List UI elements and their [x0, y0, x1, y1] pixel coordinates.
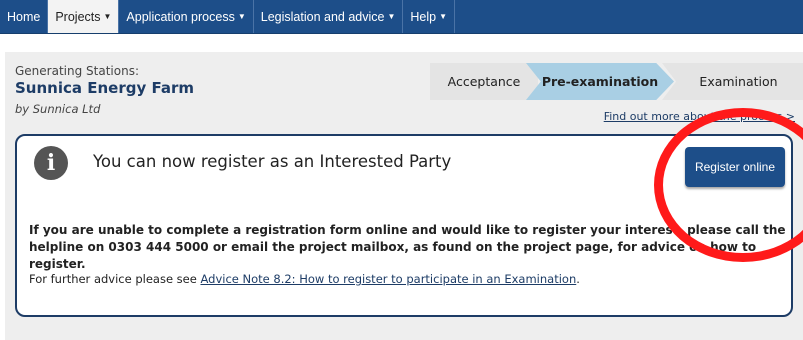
project-title: Sunnica Energy Farm [15, 79, 194, 97]
step-examination-label: Examination [699, 74, 778, 89]
notice-helpline-text: If you are unable to complete a registra… [29, 223, 786, 271]
chevron-down-icon: ▼ [103, 12, 112, 21]
process-stepper: Acceptance Examination Pre-examination [430, 63, 803, 100]
chevron-down-icon: ▼ [439, 12, 448, 21]
project-category: Generating Stations: [15, 64, 139, 78]
further-advice: For further advice please see Advice Not… [29, 272, 580, 286]
nav-legislation-advice-label: Legislation and advice [260, 9, 385, 24]
step-pre-examination: Pre-examination [526, 63, 674, 100]
notice-heading: You can now register as an Interested Pa… [93, 152, 452, 171]
nav-home[interactable]: Home [0, 0, 49, 33]
nav-projects[interactable]: Projects ▼ [48, 0, 120, 33]
nav-projects-label: Projects [55, 9, 101, 24]
nav-application-process-label: Application process [126, 9, 235, 24]
nav-application-process[interactable]: Application process ▼ [119, 0, 254, 33]
nav-help-label: Help [410, 9, 437, 24]
chevron-down-icon: ▼ [387, 12, 396, 21]
step-examination: Examination [662, 63, 803, 100]
advice-note-link[interactable]: Advice Note 8.2: How to register to part… [200, 272, 576, 286]
further-advice-prefix: For further advice please see [29, 272, 201, 286]
project-byline: by Sunnica Ltd [15, 102, 101, 116]
further-advice-suffix: . [576, 272, 580, 286]
info-icon: i [34, 146, 68, 180]
registration-notice: i You can now register as an Interested … [15, 134, 793, 317]
main-nav: Home Projects ▼ Application process ▼ Legi… [0, 0, 803, 34]
nav-help[interactable]: Help ▼ [403, 0, 456, 33]
nav-legislation-advice[interactable]: Legislation and advice ▼ [254, 0, 404, 33]
process-info-link[interactable]: Find out more about the process > [604, 110, 795, 123]
project-panel: Generating Stations: Sunnica Energy Farm… [5, 52, 803, 340]
chevron-down-icon: ▼ [237, 12, 246, 21]
nav-home-label: Home [7, 9, 41, 24]
step-acceptance: Acceptance [430, 63, 538, 100]
register-online-button[interactable]: Register online [685, 147, 785, 187]
